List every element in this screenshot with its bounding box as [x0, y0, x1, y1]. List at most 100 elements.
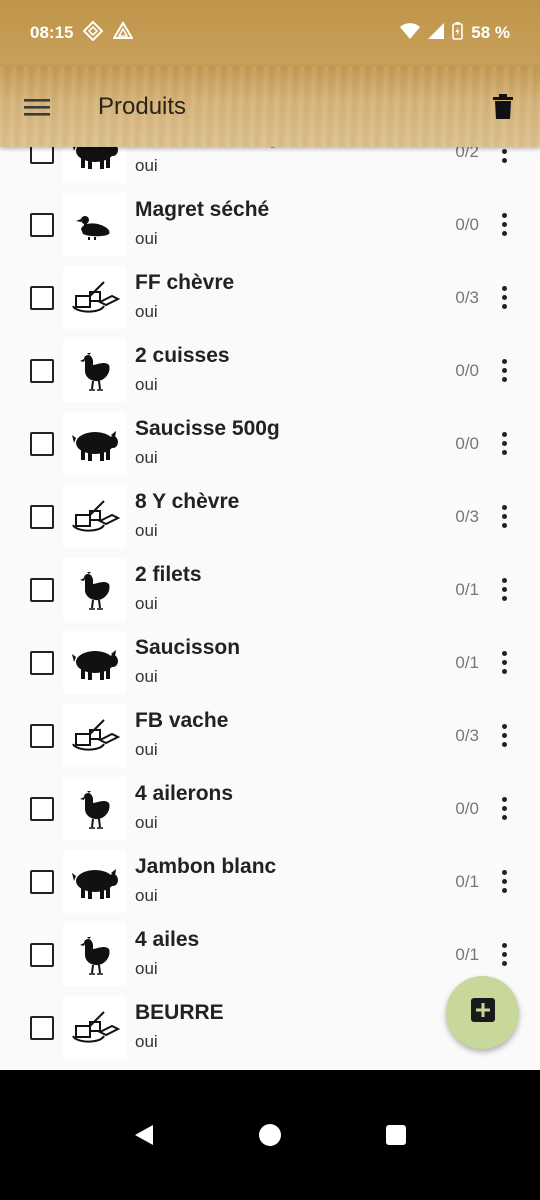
- item-texts: 4 ailes oui: [135, 928, 199, 978]
- back-triangle-icon[interactable]: [129, 1120, 159, 1150]
- item-texts: 8 Y chèvre oui: [135, 490, 239, 540]
- more-vert-icon[interactable]: [494, 147, 514, 167]
- item-texts: 2 cuisses oui: [135, 344, 230, 394]
- item-status: oui: [135, 886, 158, 905]
- item-status: oui: [135, 813, 158, 832]
- battery-icon: [452, 21, 464, 45]
- list-item[interactable]: Saucisse 250g oui 0/2: [0, 147, 540, 188]
- more-vert-icon[interactable]: [494, 283, 514, 313]
- more-vert-icon[interactable]: [494, 721, 514, 751]
- item-count: 0/1: [455, 579, 479, 599]
- item-count: 0/1: [455, 652, 479, 672]
- item-checkbox[interactable]: [30, 942, 54, 967]
- hamburger-menu-icon[interactable]: [22, 92, 52, 122]
- item-status: oui: [135, 521, 158, 540]
- recents-square-icon[interactable]: [381, 1120, 411, 1150]
- cheese-icon: [63, 485, 126, 548]
- item-name: FB vache: [135, 709, 229, 732]
- battery-percent: 58 %: [471, 23, 510, 42]
- pig-icon: [63, 412, 126, 475]
- more-vert-icon[interactable]: [494, 867, 514, 897]
- list-item[interactable]: Jambon blanc oui 0/1: [0, 845, 540, 918]
- item-count: 0/2: [455, 147, 479, 161]
- more-vert-icon[interactable]: [494, 429, 514, 459]
- item-checkbox[interactable]: [30, 577, 54, 602]
- item-count: 0/0: [455, 798, 479, 818]
- more-vert-icon[interactable]: [494, 502, 514, 532]
- item-name: 2 cuisses: [135, 344, 230, 367]
- status-left: 08:15: [30, 20, 135, 46]
- item-checkbox[interactable]: [30, 723, 54, 748]
- list-item[interactable]: 4 ailerons oui 0/0: [0, 772, 540, 845]
- item-name: 4 ailerons: [135, 782, 234, 805]
- chicken-icon: [63, 558, 126, 621]
- item-name: FF chèvre: [135, 271, 235, 294]
- item-count: 0/0: [455, 214, 479, 234]
- item-count: 0/1: [455, 944, 479, 964]
- drive-notification-icon: [112, 20, 135, 46]
- item-name: Jambon blanc: [135, 855, 277, 878]
- item-checkbox[interactable]: [30, 1015, 54, 1040]
- item-checkbox[interactable]: [30, 431, 54, 456]
- item-checkbox[interactable]: [30, 358, 54, 383]
- system-nav-bar: [0, 1070, 540, 1200]
- item-checkbox[interactable]: [30, 869, 54, 894]
- more-vert-icon[interactable]: [494, 940, 514, 970]
- add-product-button[interactable]: [446, 976, 519, 1049]
- item-checkbox[interactable]: [30, 212, 54, 237]
- add-box-icon: [470, 997, 496, 1028]
- item-texts: 2 filets oui: [135, 563, 202, 613]
- diamond-notification-icon: [83, 20, 104, 46]
- list-item[interactable]: 2 filets oui 0/1: [0, 553, 540, 626]
- product-list[interactable]: Saucisse 250g oui 0/2 Magret séché oui 0/0 FF …: [0, 147, 540, 1070]
- pig-icon: [63, 147, 126, 183]
- cell-signal-icon: [428, 22, 445, 44]
- item-texts: FF chèvre oui: [135, 271, 234, 321]
- item-checkbox[interactable]: [30, 504, 54, 529]
- list-item[interactable]: 2 cuisses oui 0/0: [0, 334, 540, 407]
- item-status: oui: [135, 959, 158, 978]
- trash-icon[interactable]: [488, 92, 518, 122]
- item-status: oui: [135, 375, 158, 394]
- pig-icon: [63, 631, 126, 694]
- more-vert-icon[interactable]: [494, 575, 514, 605]
- item-name: 2 filets: [135, 563, 202, 586]
- product-list-inner: Saucisse 250g oui 0/2 Magret séché oui 0/0 FF …: [0, 147, 540, 1064]
- item-texts: BEURRE oui: [135, 1001, 224, 1051]
- chicken-icon: [63, 923, 126, 986]
- cheese-icon: [63, 704, 126, 767]
- item-texts: Saucisson oui: [135, 636, 240, 686]
- list-item[interactable]: 4 ailes oui 0/1: [0, 918, 540, 991]
- list-item[interactable]: Saucisson oui 0/1: [0, 626, 540, 699]
- list-item[interactable]: Magret séché oui 0/0: [0, 188, 540, 261]
- item-status: oui: [135, 1032, 158, 1051]
- status-right: 58 %: [400, 21, 510, 45]
- more-vert-icon[interactable]: [494, 648, 514, 678]
- item-count: 0/3: [455, 287, 479, 307]
- item-count: 0/1: [455, 871, 479, 891]
- home-circle-icon[interactable]: [255, 1120, 285, 1150]
- item-name: BEURRE: [135, 1001, 224, 1024]
- item-texts: 4 ailerons oui: [135, 782, 233, 832]
- item-checkbox[interactable]: [30, 650, 54, 675]
- item-status: oui: [135, 667, 158, 686]
- list-item[interactable]: Saucisse 500g oui 0/0: [0, 407, 540, 480]
- item-texts: Saucisse 500g oui: [135, 417, 280, 467]
- item-texts: FB vache oui: [135, 709, 228, 759]
- more-vert-icon[interactable]: [494, 356, 514, 386]
- item-count: 0/0: [455, 433, 479, 453]
- duck-icon: [63, 193, 126, 256]
- item-status: oui: [135, 229, 158, 248]
- item-checkbox[interactable]: [30, 147, 54, 164]
- item-checkbox[interactable]: [30, 796, 54, 821]
- item-checkbox[interactable]: [30, 285, 54, 310]
- app-bar: Produits: [0, 66, 540, 147]
- more-vert-icon[interactable]: [494, 794, 514, 824]
- list-item[interactable]: 8 Y chèvre oui 0/3: [0, 480, 540, 553]
- pig-icon: [63, 850, 126, 913]
- item-status: oui: [135, 740, 158, 759]
- list-item[interactable]: FB vache oui 0/3: [0, 699, 540, 772]
- more-vert-icon[interactable]: [494, 210, 514, 240]
- list-item[interactable]: FF chèvre oui 0/3: [0, 261, 540, 334]
- item-texts: Saucisse 250g oui: [135, 147, 280, 175]
